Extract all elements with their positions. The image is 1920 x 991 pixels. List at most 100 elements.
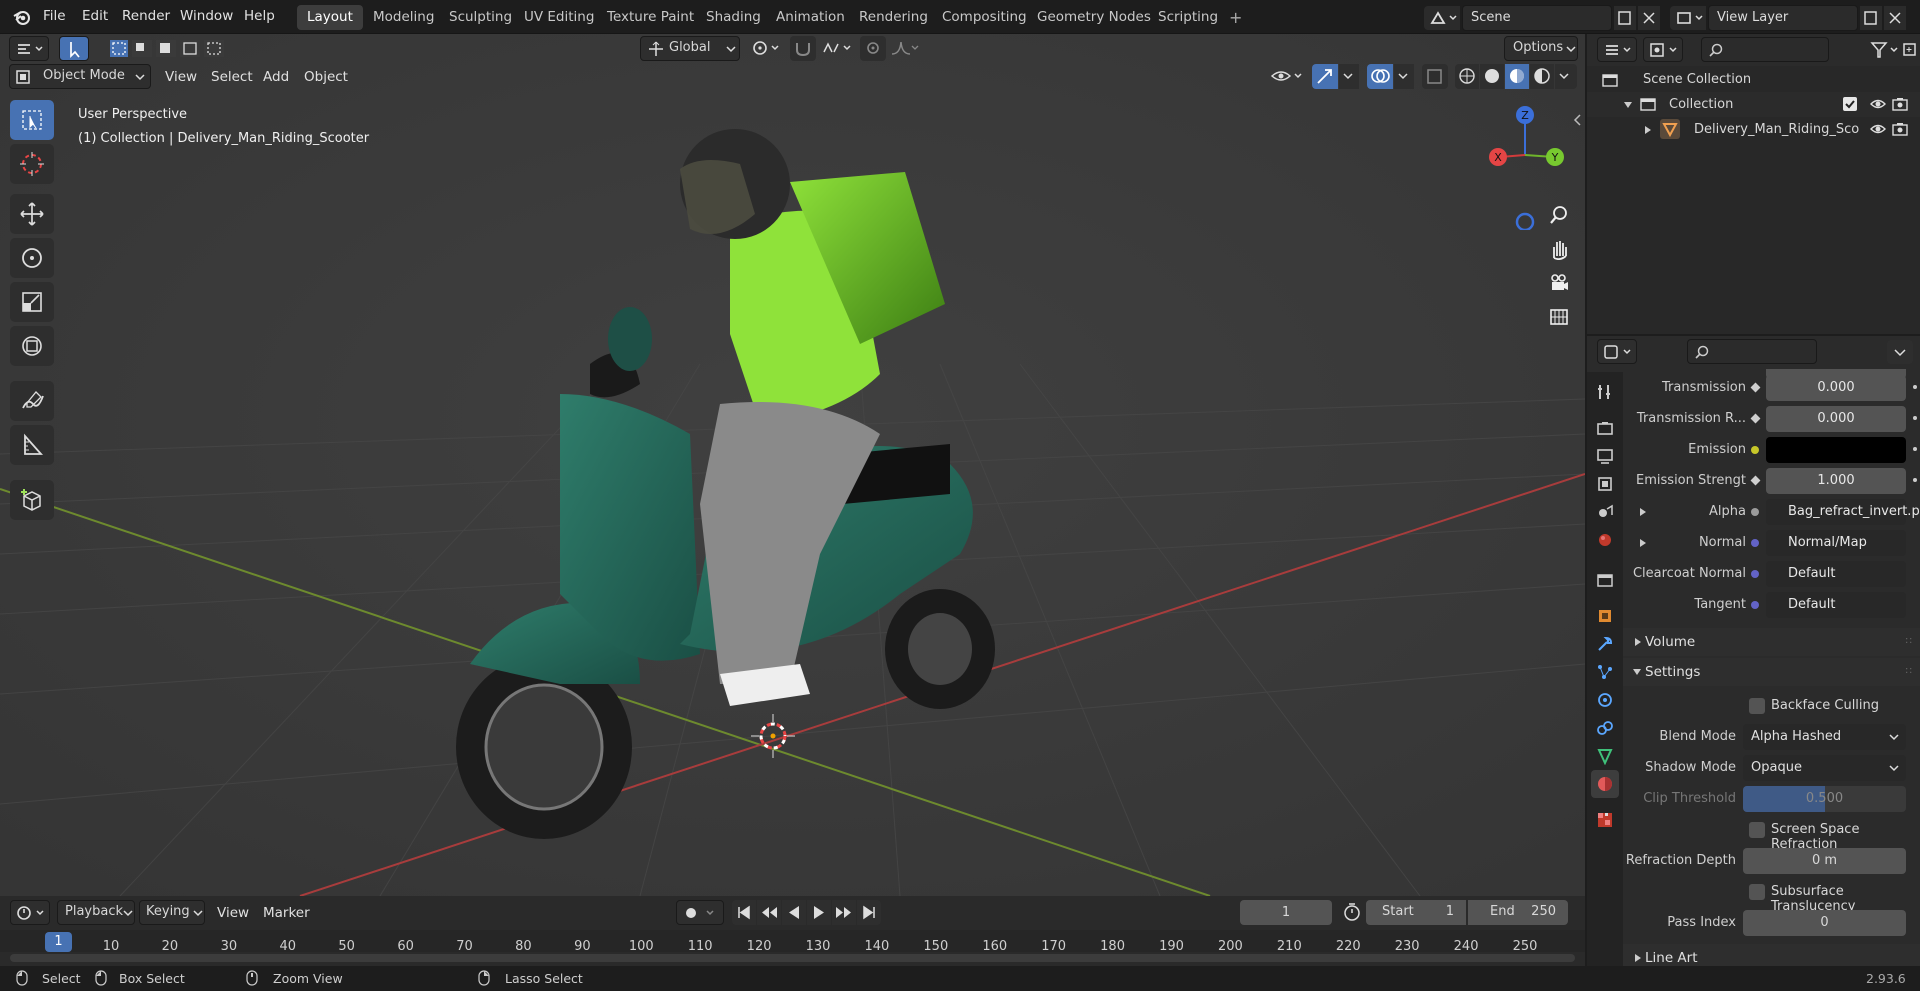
add-cube-tool[interactable] xyxy=(10,480,54,520)
snap-icon[interactable] xyxy=(790,36,816,61)
subsurface-checkbox[interactable] xyxy=(1749,884,1765,900)
end-frame-field[interactable]: End 250 xyxy=(1468,900,1568,925)
sidebar-toggle-icon[interactable] xyxy=(1572,112,1584,128)
animate-dot-icon[interactable] xyxy=(1913,447,1917,451)
playback-dropdown[interactable]: Playback xyxy=(57,900,135,925)
color-socket-icon[interactable] xyxy=(1751,446,1759,454)
tab-shading[interactable]: Shading xyxy=(696,5,771,30)
mode-dropdown[interactable]: Object Mode xyxy=(9,64,151,89)
new-view-layer-icon[interactable] xyxy=(1860,6,1882,30)
visibility-icon[interactable] xyxy=(1268,64,1308,89)
jump-start-icon[interactable] xyxy=(732,900,756,925)
data-tab-icon[interactable] xyxy=(1591,742,1619,770)
cursor-tool[interactable] xyxy=(10,144,54,184)
measure-tool[interactable] xyxy=(10,425,54,465)
shading-material-icon[interactable] xyxy=(1505,64,1529,89)
properties-editor-type-button[interactable] xyxy=(1597,339,1637,364)
object-tab-icon[interactable] xyxy=(1591,602,1619,630)
refraction-depth-field[interactable]: 0 m xyxy=(1743,848,1906,874)
shading-solid-icon[interactable] xyxy=(1480,64,1504,89)
view-layer-field[interactable]: View Layer xyxy=(1708,5,1858,31)
output-tab-icon[interactable] xyxy=(1591,442,1619,470)
properties-search-input[interactable] xyxy=(1687,339,1817,364)
keyframe-icon[interactable] xyxy=(1750,413,1761,424)
transmission-field[interactable]: 0.000 xyxy=(1766,375,1906,401)
emission-color-swatch[interactable] xyxy=(1766,437,1906,463)
view-layer-icon[interactable] xyxy=(1670,6,1706,30)
material-tab-icon[interactable] xyxy=(1591,770,1619,798)
display-mode-button[interactable] xyxy=(1643,37,1683,62)
animate-dot-icon[interactable] xyxy=(1913,478,1917,482)
move-tool[interactable] xyxy=(10,194,54,234)
menu-help[interactable]: Help xyxy=(244,8,275,24)
object-visibility-icon[interactable] xyxy=(1869,121,1887,137)
timeline-scrollbar[interactable] xyxy=(10,954,1575,962)
start-frame-field[interactable]: Start 1 xyxy=(1366,900,1466,925)
physics-tab-icon[interactable] xyxy=(1591,686,1619,714)
gizmo-dropdown-icon[interactable] xyxy=(1339,64,1359,89)
outliner-editor-type-button[interactable] xyxy=(1597,37,1637,62)
orientation-dropdown[interactable]: Global xyxy=(640,36,740,61)
tab-sculpting[interactable]: Sculpting xyxy=(439,5,522,30)
outliner-row-collection[interactable]: Collection xyxy=(1587,92,1920,117)
tab-rendering[interactable]: Rendering xyxy=(849,5,938,30)
keyframe-icon[interactable] xyxy=(1750,475,1761,486)
outliner-search-input[interactable] xyxy=(1701,37,1829,62)
clip-threshold-slider[interactable]: 0.500 xyxy=(1743,786,1906,812)
tab-layout[interactable]: Layout xyxy=(297,5,363,30)
add-workspace-button[interactable]: + xyxy=(1219,5,1252,30)
tab-compositing[interactable]: Compositing xyxy=(932,5,1037,30)
render-tab-icon[interactable] xyxy=(1591,414,1619,442)
jump-keyframe-back-icon[interactable] xyxy=(757,900,781,925)
vector-socket-icon[interactable] xyxy=(1751,570,1759,578)
outliner-row-object[interactable]: Delivery_Man_Riding_Sco xyxy=(1587,117,1920,142)
texture-tab-icon[interactable] xyxy=(1591,806,1619,834)
play-reverse-icon[interactable] xyxy=(782,900,806,925)
play-icon[interactable] xyxy=(807,900,831,925)
backface-culling-checkbox[interactable] xyxy=(1749,698,1765,714)
animate-dot-icon[interactable] xyxy=(1913,416,1917,420)
view-layer-tab-icon[interactable] xyxy=(1591,470,1619,498)
scale-tool[interactable] xyxy=(10,282,54,322)
3d-viewport[interactable]: Global Options Object Mode View Select A… xyxy=(0,34,1585,896)
ortho-toggle-icon[interactable] xyxy=(1542,300,1576,334)
gizmo-toggle-icon[interactable] xyxy=(1312,64,1338,89)
outliner-row-scene-collection[interactable]: Scene Collection xyxy=(1587,68,1920,92)
alpha-input-link[interactable]: Bag_refract_invert.p... xyxy=(1766,499,1920,525)
subsurface-row[interactable]: Subsurface Translucency xyxy=(1623,877,1920,914)
pivot-point-icon[interactable] xyxy=(746,36,786,61)
timeline-menu-marker[interactable]: Marker xyxy=(263,905,310,921)
viewport-menu-object[interactable]: Object xyxy=(304,69,348,85)
jump-end-icon[interactable] xyxy=(857,900,881,925)
color-socket-icon[interactable] xyxy=(1751,508,1759,516)
auto-keying-button[interactable] xyxy=(676,900,724,925)
remove-view-layer-icon[interactable] xyxy=(1884,6,1906,30)
current-frame-indicator[interactable]: 1 xyxy=(45,932,72,952)
selection-mode-icons[interactable] xyxy=(108,36,228,61)
shadow-mode-dropdown[interactable]: Opaque xyxy=(1743,755,1906,781)
animate-dot-icon[interactable] xyxy=(1913,385,1917,389)
ssr-row[interactable]: Screen Space Refraction xyxy=(1623,815,1920,852)
pass-index-field[interactable]: 0 xyxy=(1743,910,1906,936)
blender-logo-icon[interactable] xyxy=(12,8,32,26)
clearcoat-normal-input[interactable]: Default xyxy=(1766,561,1906,587)
current-frame-field[interactable]: 1 xyxy=(1240,900,1332,925)
keying-dropdown[interactable]: Keying xyxy=(139,900,205,925)
tab-scripting[interactable]: Scripting xyxy=(1148,5,1228,30)
scene-tab-icon[interactable] xyxy=(1591,498,1619,526)
transform-tool[interactable] xyxy=(10,326,54,366)
keyframe-icon[interactable] xyxy=(1750,382,1761,393)
tab-geometry-nodes[interactable]: Geometry Nodes xyxy=(1027,5,1161,30)
camera-view-icon[interactable] xyxy=(1542,266,1576,300)
transmission-roughness-field[interactable]: 0.000 xyxy=(1766,406,1906,432)
viewport-menu-view[interactable]: View xyxy=(165,69,197,85)
tab-animation[interactable]: Animation xyxy=(766,5,855,30)
overlays-toggle-icon[interactable] xyxy=(1367,64,1393,89)
blend-mode-dropdown[interactable]: Alpha Hashed xyxy=(1743,724,1906,750)
normal-input-link[interactable]: Normal/Map xyxy=(1766,530,1906,556)
proportional-falloff-icon[interactable] xyxy=(888,36,922,61)
tab-uv-editing[interactable]: UV Editing xyxy=(514,5,604,30)
menu-file[interactable]: File xyxy=(43,8,66,24)
shading-rendered-icon[interactable] xyxy=(1530,64,1554,89)
properties-options-icon[interactable] xyxy=(1887,340,1913,364)
